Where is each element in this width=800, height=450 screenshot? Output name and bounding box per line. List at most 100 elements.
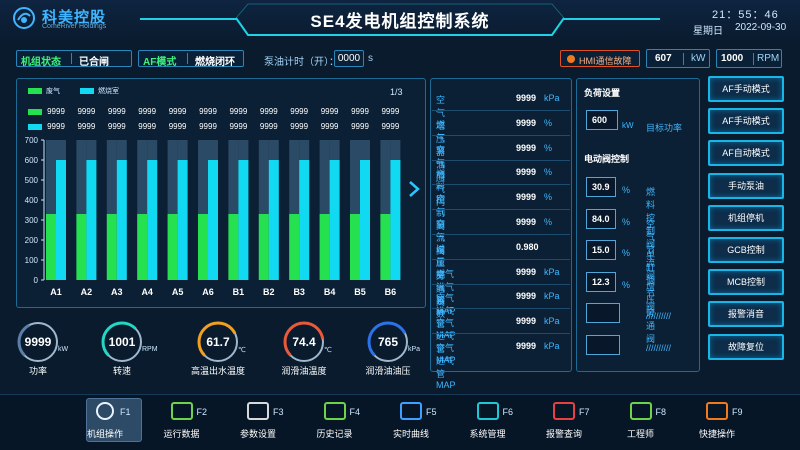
bar-combustion: [238, 160, 249, 280]
row-swatch-exhaust: [28, 109, 42, 115]
title-line-right: [564, 18, 660, 20]
bar-exhaust: [76, 214, 87, 280]
param-value: 9999: [516, 291, 537, 302]
nav-key: F1: [120, 407, 131, 417]
x-tick-label: B1: [233, 287, 245, 297]
valve-unit: %: [622, 279, 631, 290]
date: 2022-09-30: [735, 22, 787, 33]
x-tick-label: B3: [293, 287, 305, 297]
nav-item-f5[interactable]: F5 实时曲线: [386, 398, 456, 444]
param-unit: %: [544, 142, 553, 153]
divider: [187, 53, 188, 64]
divider: [432, 258, 570, 260]
side-button[interactable]: 报警消音: [708, 301, 784, 328]
gauge-label: 高温出水温度: [190, 366, 245, 376]
logo-icon: [13, 7, 35, 29]
nav-item-f3[interactable]: F3 参数设置: [233, 398, 303, 444]
target-power-input[interactable]: 600: [586, 110, 618, 130]
param-unit: %: [544, 217, 553, 227]
valve-title: 电动阀控制: [584, 154, 630, 164]
legend-swatch-exhaust: [28, 88, 42, 94]
side-button[interactable]: 故障复位: [708, 333, 784, 360]
valve-input[interactable]: [586, 303, 620, 324]
nav-item-f9[interactable]: F9 快捷操作: [692, 398, 762, 444]
valve-unit: %: [622, 185, 631, 195]
y-tick-label: 700: [25, 136, 39, 145]
x-tick-label: B5: [354, 287, 366, 297]
divider: [432, 110, 570, 111]
valve-input[interactable]: [586, 335, 620, 355]
series-row-value: 9999: [168, 107, 187, 116]
x-tick-label: B4: [324, 287, 336, 297]
speed-readout: 1000 RPM: [716, 49, 782, 68]
divider: [432, 283, 570, 285]
nav-label: 快捷操作: [698, 429, 735, 439]
param-value: 0.980: [516, 241, 539, 252]
param-unit: %: [544, 167, 553, 178]
valve-input[interactable]: 15.0: [586, 240, 616, 261]
y-tick-label: 300: [25, 216, 39, 225]
bar-exhaust: [46, 214, 56, 280]
bar-combustion: [177, 160, 188, 280]
bar-combustion: [390, 160, 401, 280]
side-button[interactable]: AF自动模式: [708, 140, 784, 167]
legend-combustion: 燃烧室: [98, 88, 119, 95]
series-row-value: 9999: [229, 107, 248, 116]
divider: [432, 159, 570, 161]
valve-label: //////////: [646, 311, 672, 322]
series-row-value: 9999: [107, 107, 126, 116]
bar-chart: 0 100 200 300 400 500 600 700 A1 A2 A3 A4 A5 A6 B1 B2 B3…: [25, 136, 401, 297]
nav-item-f8[interactable]: F8 工程师: [616, 398, 686, 444]
bar-exhaust: [167, 214, 178, 280]
gauge-value: 1001: [108, 335, 136, 349]
nav-key: F6: [502, 407, 514, 417]
bar-exhaust: [228, 214, 239, 280]
side-button[interactable]: GCB控制: [708, 237, 784, 263]
bar-combustion: [56, 160, 66, 280]
gauge-unit: ℃: [324, 347, 332, 354]
bar-combustion: [329, 160, 340, 280]
side-button[interactable]: AF手动模式: [708, 108, 784, 135]
param-value: 9999: [516, 316, 537, 327]
system-icon: [476, 402, 499, 420]
nav-item-f4[interactable]: F4 历史记录: [310, 398, 380, 444]
valve-input[interactable]: 84.0: [586, 208, 616, 229]
bar-exhaust: [289, 214, 300, 280]
gauge-label: 功率: [28, 366, 47, 376]
nav-item-f1[interactable]: F1 机组操作: [80, 398, 150, 444]
valve-input[interactable]: 30.9: [586, 177, 616, 197]
bar-exhaust: [198, 214, 208, 280]
chart-line-icon: [400, 402, 422, 420]
nav-item-f6[interactable]: F6 系统管理: [463, 398, 533, 444]
divider: [71, 53, 72, 64]
bar-exhaust: [106, 214, 117, 280]
pump-timer-unit: s: [368, 53, 373, 64]
param-value: 9999: [516, 192, 537, 203]
series-row-value: 9999: [47, 107, 65, 116]
hmi-alarm-text: HMI通信故障: [579, 56, 632, 66]
nav-item-f7[interactable]: F7 报警查询: [539, 398, 609, 444]
valve-input[interactable]: 12.3: [586, 271, 616, 292]
nav-item-f2[interactable]: F2 运行数据: [157, 398, 227, 444]
chevron-right-icon[interactable]: [408, 180, 420, 198]
gauge-value: 9999: [24, 335, 52, 349]
nav-label: 实时曲线: [392, 429, 429, 439]
nav-label: 参数设置: [239, 429, 276, 439]
param-unit: kPa: [544, 316, 560, 327]
af-mode-label: AF模式: [143, 57, 177, 68]
x-tick-label: A1: [50, 287, 62, 297]
gauge-unit: ℃: [238, 347, 246, 354]
record-icon: [96, 402, 114, 420]
side-button[interactable]: AF手动模式: [708, 76, 784, 102]
side-button[interactable]: MCB控制: [708, 269, 784, 296]
nav-label: 系统管理: [469, 429, 506, 439]
nav-key: F2: [196, 407, 208, 417]
param-unit: kPa: [544, 93, 560, 103]
side-button[interactable]: 手动泵油: [708, 172, 784, 199]
side-button[interactable]: 机组停机: [708, 204, 784, 231]
bar-exhaust: [380, 214, 391, 280]
gear-icon: [247, 402, 269, 420]
power-value: 607: [655, 53, 672, 64]
alarm-dot-icon: [567, 55, 575, 63]
divider: [432, 333, 570, 335]
